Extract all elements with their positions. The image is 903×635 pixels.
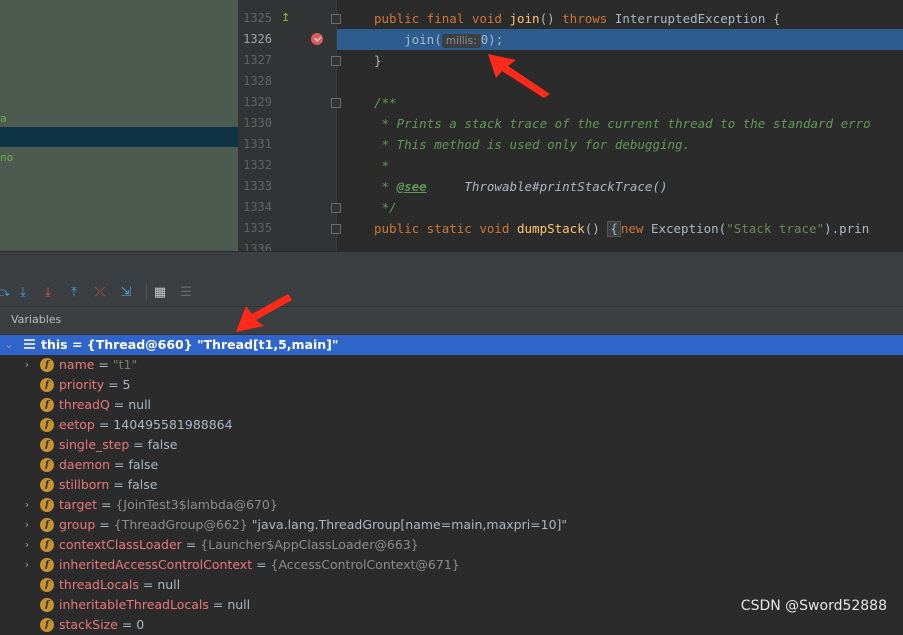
chevron-right-icon[interactable]: › (21, 555, 33, 575)
field-icon: f (40, 478, 54, 492)
debugger-toolbar: ⤼ ⤓ ⤓ ⤒ ⤫ ⇲ ▦ ☰ (0, 278, 903, 307)
code-line[interactable]: 1327 } (238, 50, 903, 71)
code-text: join(millis: 0); (374, 32, 504, 48)
line-number: 1332 (243, 158, 272, 172)
code-text: * Prints a stack trace of the current th… (374, 116, 871, 131)
field-icon: f (40, 578, 54, 592)
variable-row[interactable]: › f inheritedAccessControlContext = {Acc… (0, 555, 903, 575)
parameter-hint: millis: (441, 34, 481, 48)
trace-current-stream-icon[interactable]: ☰ (177, 283, 195, 301)
field-icon: f (40, 398, 54, 412)
step-out-icon[interactable]: ⤒ (65, 283, 83, 301)
chevron-right-icon[interactable]: › (21, 535, 33, 555)
variable-row[interactable]: f single_step = false (0, 435, 903, 455)
field-icon: f (40, 378, 54, 392)
variable-row[interactable]: › f group = {ThreadGroup@662} "java.lang… (0, 515, 903, 535)
line-number: 1336 (243, 242, 272, 251)
code-line[interactable]: 1328 (238, 71, 903, 92)
step-over-icon[interactable]: ⤼ (0, 283, 12, 301)
watermark: CSDN @Sword52888 (740, 598, 887, 614)
variable-row[interactable]: f daemon = false (0, 455, 903, 475)
variables-panel-header: Variables (0, 307, 903, 335)
project-tree-fragment: a (0, 112, 7, 125)
code-text: */ (374, 200, 397, 215)
variable-row[interactable]: › f target = {JoinTest3$lambda@670} (0, 495, 903, 515)
code-line[interactable]: 1332 * (238, 155, 903, 176)
variable-row[interactable]: f stackSize = 0 (0, 615, 903, 635)
variable-row[interactable]: ⌄ this = {Thread@660} "Thread[t1,5,main]… (0, 335, 903, 355)
line-number: 1330 (243, 116, 272, 130)
code-line[interactable]: 1335 public static void dumpStack() {new… (238, 218, 903, 239)
line-number: 1327 (243, 53, 272, 67)
panel-divider[interactable] (0, 251, 903, 279)
chevron-right-icon[interactable]: › (21, 355, 33, 375)
code-line-current[interactable]: 1326 join(millis: 0); (238, 29, 903, 50)
variable-row[interactable]: › f contextClassLoader = {Launcher$AppCl… (0, 535, 903, 555)
code-line[interactable]: 1325 public final void join() throws Int… (238, 8, 903, 29)
run-to-cursor-icon[interactable]: ⇲ (117, 283, 135, 301)
code-line[interactable]: 1333 * @see Throwable#printStackTrace() (238, 176, 903, 197)
field-icon: f (40, 458, 54, 472)
line-number: 1328 (243, 74, 272, 88)
chevron-right-icon[interactable]: › (21, 515, 33, 535)
code-line[interactable]: 1334 */ (238, 197, 903, 218)
line-number: 1333 (243, 179, 272, 193)
line-number: 1335 (243, 221, 272, 235)
object-list-icon (24, 339, 35, 350)
annotation-arrow-icon (236, 294, 292, 332)
code-line[interactable]: 1330 * Prints a stack trace of the curre… (238, 113, 903, 134)
line-number: 1331 (243, 137, 272, 151)
field-icon: f (40, 418, 54, 432)
folded-code-block[interactable]: { (607, 221, 621, 237)
field-icon: f (40, 558, 54, 572)
line-number: 1325 (243, 11, 272, 25)
line-number: 1334 (243, 200, 272, 214)
variable-row[interactable]: f eetop = 140495581988864 (0, 415, 903, 435)
field-icon: f (40, 358, 54, 372)
annotation-arrow-icon (488, 54, 550, 98)
variable-row[interactable]: f threadQ = null (0, 395, 903, 415)
chevron-down-icon[interactable]: ⌄ (3, 335, 15, 355)
code-line[interactable]: 1336 (238, 239, 903, 251)
code-text: public final void join() throws Interrup… (374, 11, 781, 26)
project-pane: a no (0, 0, 238, 251)
code-editor[interactable]: ↥ 1325 public final void join() throws I… (238, 0, 903, 251)
variables-tree[interactable]: ⌄ this = {Thread@660} "Thread[t1,5,main]… (0, 335, 903, 632)
variable-row[interactable]: f threadLocals = null (0, 575, 903, 595)
code-text: } (374, 53, 382, 68)
code-text: * This method is used only for debugging… (374, 137, 691, 152)
line-number: 1329 (243, 95, 272, 109)
variables-panel-title: Variables (11, 313, 62, 326)
field-icon: f (40, 598, 54, 612)
field-icon: f (40, 538, 54, 552)
field-icon: f (40, 618, 54, 632)
field-icon: f (40, 498, 54, 512)
code-line[interactable]: 1331 * This method is used only for debu… (238, 134, 903, 155)
code-text: public static void dumpStack() {new Exce… (374, 221, 870, 237)
variable-row[interactable]: f stillborn = false (0, 475, 903, 495)
project-tree-fragment: no (0, 151, 14, 164)
code-text: /** (374, 95, 397, 110)
field-icon: f (40, 438, 54, 452)
chevron-right-icon[interactable]: › (21, 495, 33, 515)
variable-row[interactable]: › f name = "t1" (0, 355, 903, 375)
code-text: * (374, 158, 390, 173)
drop-frame-icon[interactable]: ⤫ (91, 283, 109, 301)
project-tree-selected-row[interactable] (0, 127, 238, 147)
code-line[interactable]: 1329 /** (238, 92, 903, 113)
code-text: * @see Throwable#printStackTrace() (374, 179, 668, 194)
step-into-icon[interactable]: ⤓ (14, 283, 32, 301)
force-step-into-icon[interactable]: ⤓ (39, 283, 57, 301)
line-number: 1326 (243, 32, 272, 46)
evaluate-expression-icon[interactable]: ▦ (151, 283, 169, 301)
field-icon: f (40, 518, 54, 532)
variable-row[interactable]: f priority = 5 (0, 375, 903, 395)
